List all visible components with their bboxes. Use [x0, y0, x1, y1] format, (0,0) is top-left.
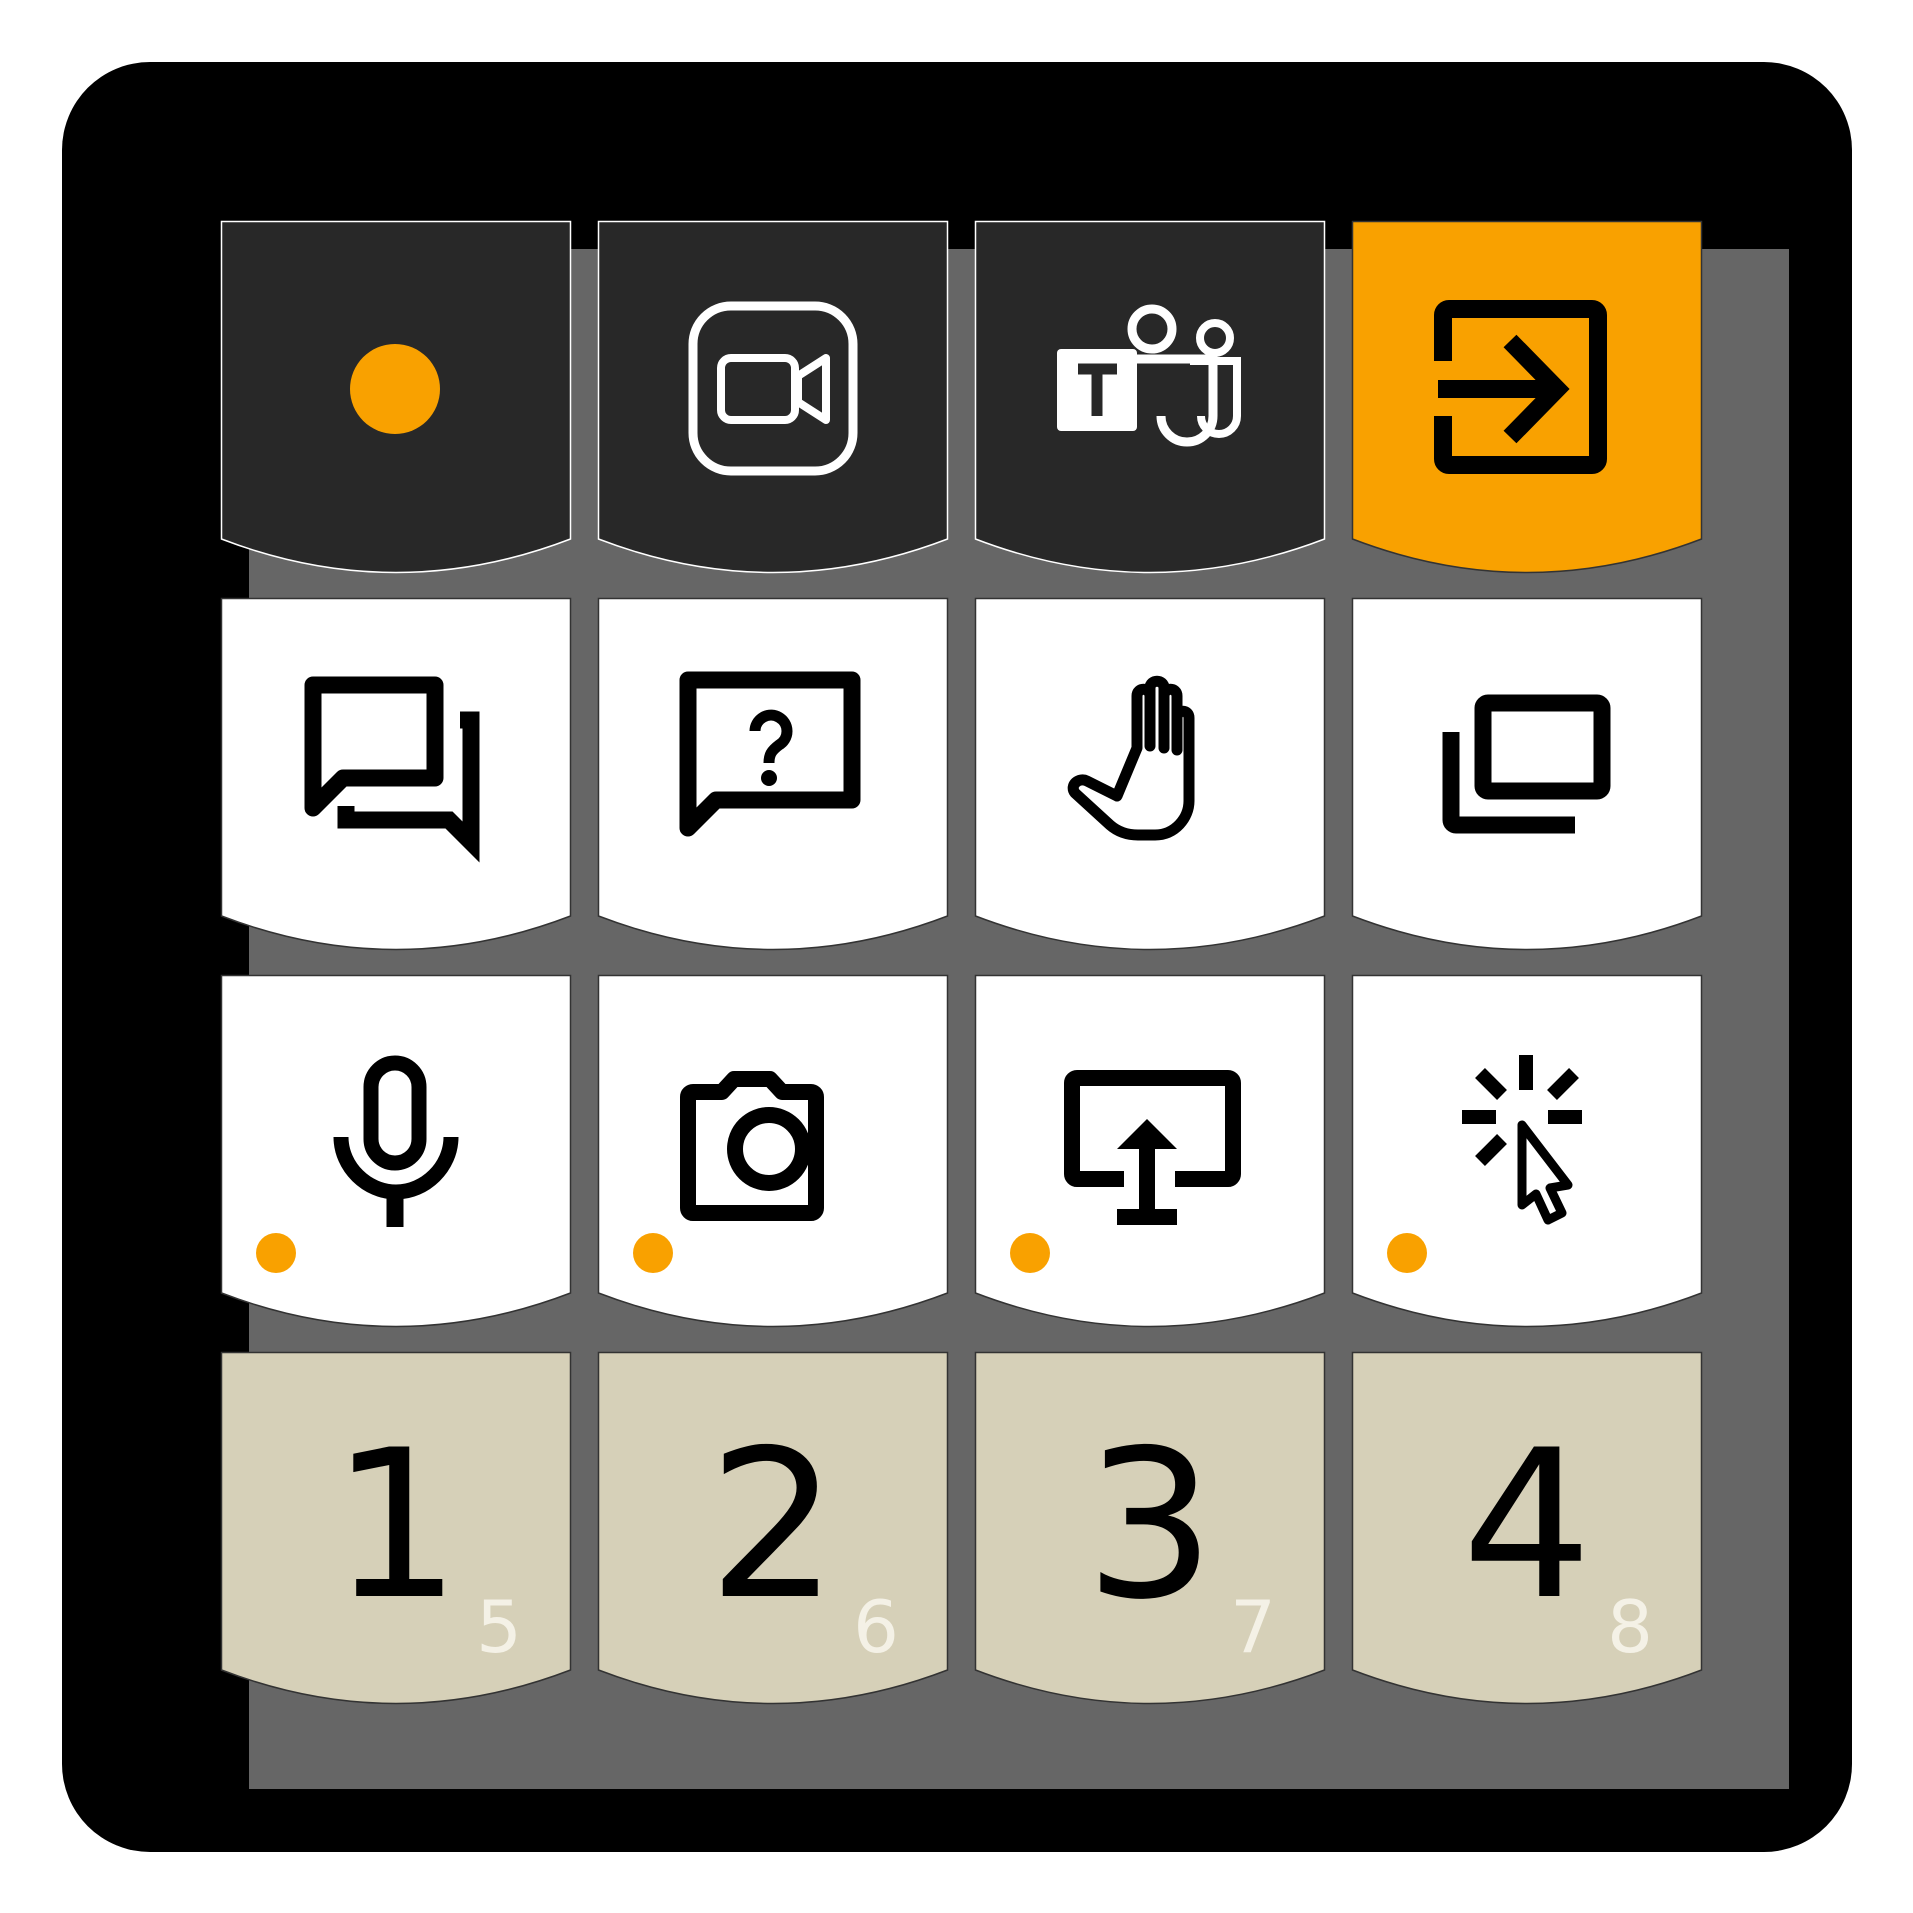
key-number-label: 4: [1462, 1407, 1592, 1645]
key-sub-number-label: 8: [1607, 1585, 1653, 1669]
key-number-label: 3: [1085, 1407, 1215, 1645]
number-key-1[interactable]: 1 5: [220, 1351, 572, 1705]
status-indicator-dot: [633, 1233, 673, 1273]
record-key[interactable]: [220, 220, 572, 574]
raise-hand-key[interactable]: [974, 597, 1326, 951]
teams-key[interactable]: [974, 220, 1326, 574]
microphone-key[interactable]: [220, 974, 572, 1328]
status-indicator-dot: [1387, 1233, 1427, 1273]
microphone-icon: [333, 1055, 459, 1227]
raise-hand-icon: [1067, 675, 1195, 841]
record-dot-icon: [350, 344, 440, 434]
share-screen-icon: [1064, 1070, 1241, 1225]
key-number-label: 1: [331, 1407, 461, 1645]
pointer-click-icon: [1462, 1055, 1582, 1225]
number-key-3[interactable]: 3 7: [974, 1351, 1326, 1705]
key-sub-number-label: 5: [476, 1585, 522, 1669]
status-indicator-dot: [1010, 1233, 1050, 1273]
zoom-key[interactable]: [597, 220, 949, 574]
pointer-click-key[interactable]: [1351, 974, 1703, 1328]
key-sub-number-label: 7: [1230, 1585, 1276, 1669]
number-key-4[interactable]: 4 8: [1351, 1351, 1703, 1705]
enter-exit-icon: [1434, 300, 1607, 474]
number-key-2[interactable]: 2 6: [597, 1351, 949, 1705]
camera-icon: [680, 1071, 824, 1221]
key-sub-number-label: 6: [853, 1585, 899, 1669]
switch-windows-icon: [1442, 694, 1611, 834]
chat-key[interactable]: [220, 597, 572, 951]
microsoft-teams-icon: [1057, 304, 1241, 447]
switch-window-key[interactable]: [1351, 597, 1703, 951]
question-key[interactable]: [597, 597, 949, 951]
key-number-label: 2: [708, 1407, 838, 1645]
chat-bubbles-icon: [304, 676, 480, 863]
status-indicator-dot: [256, 1233, 296, 1273]
share-screen-key[interactable]: [974, 974, 1326, 1328]
question-bubble-icon: [679, 671, 861, 837]
zoom-video-icon: [688, 301, 858, 476]
camera-key[interactable]: [597, 974, 949, 1328]
leave-meeting-key[interactable]: [1351, 220, 1703, 574]
